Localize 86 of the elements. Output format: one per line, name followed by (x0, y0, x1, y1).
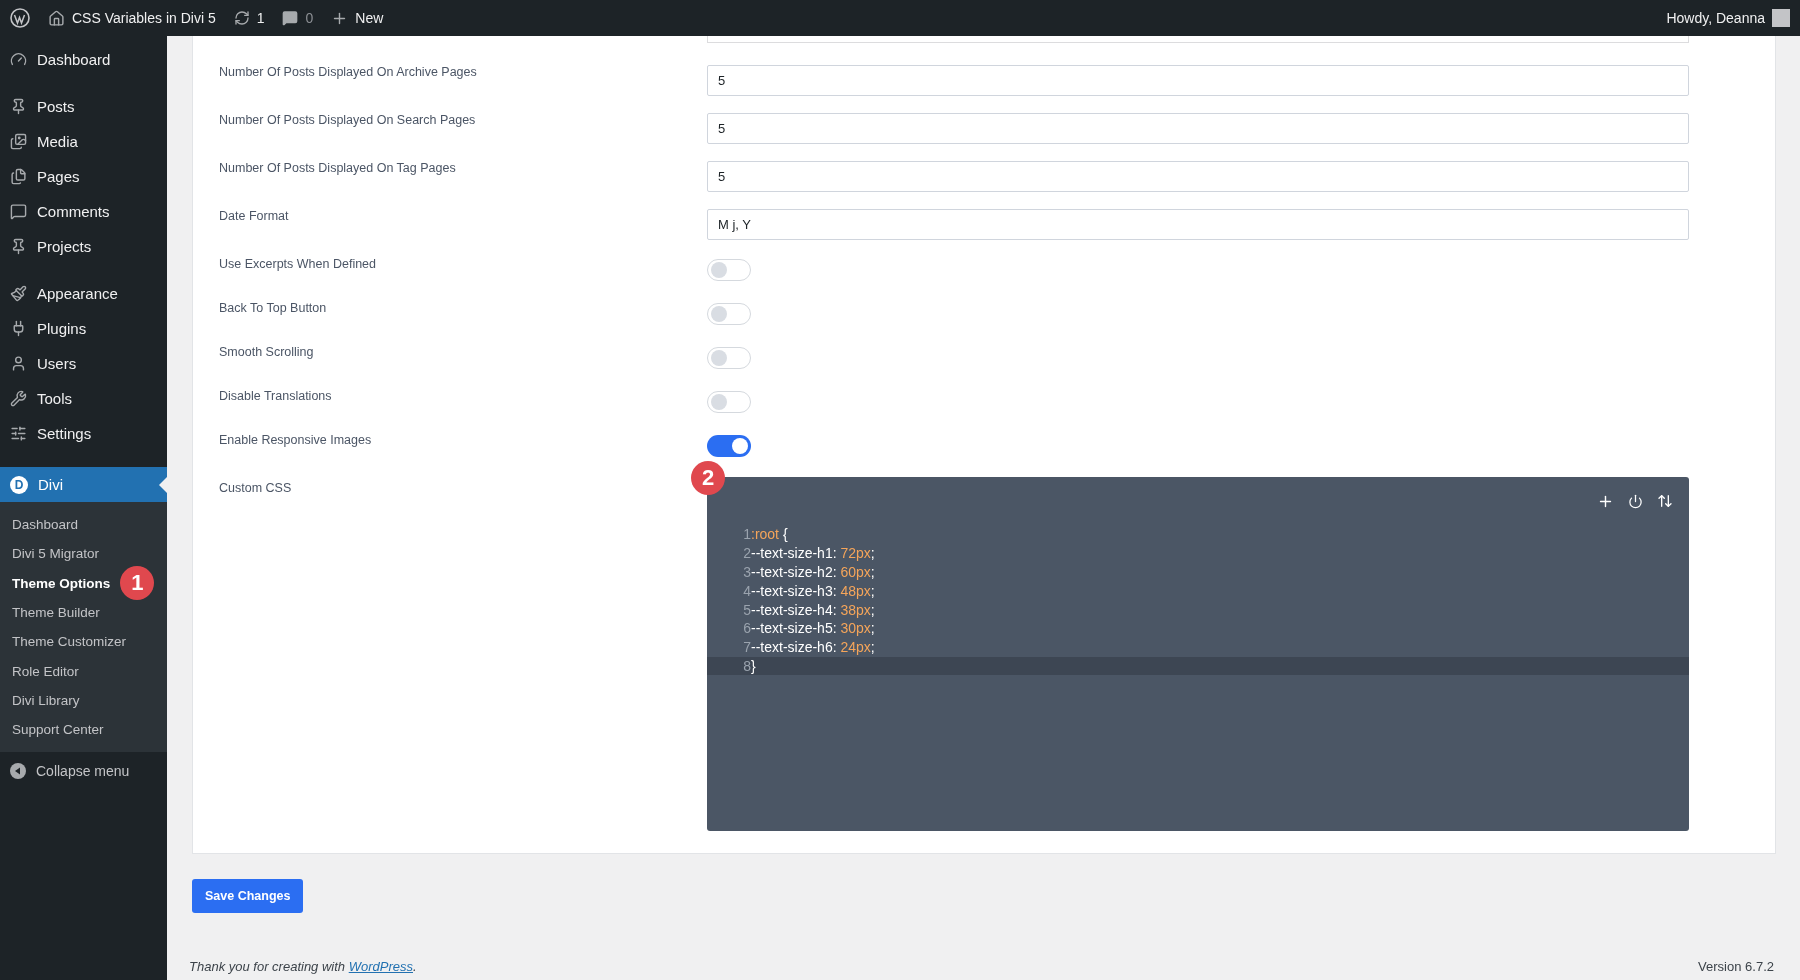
toggle-switch[interactable] (707, 347, 751, 369)
setting-label: Date Format (219, 209, 290, 223)
menu-item[interactable]: Media (0, 124, 167, 159)
comments-count[interactable]: 0 (305, 10, 314, 26)
toggle-switch[interactable] (707, 259, 751, 281)
line-number: 5 (742, 601, 751, 618)
setting-label: Custom CSS (219, 480, 293, 495)
submenu-item[interactable]: Role Editor (12, 663, 79, 679)
input-field[interactable]: M j, Y (707, 209, 1689, 240)
menu-item[interactable]: D Divi (0, 467, 167, 502)
menu-item[interactable]: Posts (0, 89, 167, 124)
menu-icon (10, 285, 27, 302)
input-field[interactable]: 5 (707, 113, 1689, 144)
code-line: --text-size-h6: 24px; (751, 639, 875, 656)
collapse-icon (10, 763, 26, 780)
wordpress-link[interactable]: WordPress (348, 959, 413, 974)
line-number: 2 (742, 545, 751, 562)
greeting-link[interactable]: Howdy, Deanna (1666, 10, 1765, 26)
refresh-icon[interactable] (233, 10, 250, 26)
line-number: 3 (742, 564, 751, 580)
menu-icon (10, 51, 27, 68)
menu-icon (10, 203, 27, 220)
divi-logo-icon: D (10, 475, 28, 494)
setting-label: Smooth Scrolling (219, 345, 315, 359)
submenu-item[interactable]: Dashboard (12, 517, 79, 533)
line-number: 4 (742, 582, 751, 599)
step-badge: 1 (120, 566, 155, 601)
setting-label: Back To Top Button (219, 301, 328, 315)
menu-item[interactable]: Projects (0, 229, 167, 264)
save-changes-button[interactable]: Save Changes (192, 879, 304, 913)
menu-item[interactable]: Settings (0, 416, 167, 451)
toggle-switch[interactable] (707, 303, 751, 325)
setting-label: Use Excerpts When Defined (219, 257, 377, 271)
home-icon[interactable] (48, 9, 65, 27)
code-line: --text-size-h1: 72px; (751, 545, 875, 562)
menu-item[interactable]: Pages (0, 159, 167, 194)
submenu-item[interactable]: Divi 5 Migrator (12, 546, 100, 562)
line-number: 8 (742, 657, 751, 674)
setting-label: Number Of Posts Displayed On Tag Pages (219, 161, 457, 175)
submenu-item[interactable]: Theme Builder (12, 605, 100, 621)
code-line: --text-size-h4: 38px; (751, 601, 875, 618)
menu-item[interactable]: Comments (0, 194, 167, 229)
input-field[interactable]: 5 (707, 161, 1689, 192)
code-line: --text-size-h3: 48px; (751, 582, 875, 599)
line-number: 7 (742, 639, 751, 656)
menu-item[interactable]: Plugins (0, 311, 167, 346)
line-number: 1 (742, 526, 751, 543)
menu-item[interactable]: Appearance (0, 276, 167, 311)
wordpress-logo-icon[interactable] (10, 8, 30, 28)
code-line: :root { (751, 526, 788, 543)
power-icon[interactable] (1628, 493, 1643, 509)
code-line: --text-size-h2: 60px; (751, 564, 875, 580)
setting-label: Number Of Posts Displayed On Archive Pages (219, 65, 478, 79)
menu-icon (10, 355, 27, 372)
setting-label: Number Of Posts Displayed On Search Pages (219, 113, 477, 127)
code-line: --text-size-h5: 30px; (751, 620, 875, 637)
submenu-item[interactable]: Support Center (12, 722, 104, 738)
menu-icon (10, 133, 27, 150)
collapse-menu-button[interactable]: Collapse menu (0, 752, 167, 791)
menu-icon (10, 425, 27, 442)
menu-icon (10, 390, 27, 407)
code-line: } (751, 657, 756, 674)
new-link[interactable]: New (355, 10, 384, 26)
updates-count[interactable]: 1 (256, 10, 265, 26)
submenu-item[interactable]: Theme Options (12, 575, 111, 591)
site-title-link[interactable]: CSS Variables in Divi 5 (72, 10, 216, 26)
menu-item[interactable]: Dashboard (0, 42, 167, 77)
submenu-item[interactable]: Theme Customizer (12, 634, 127, 650)
menu-icon (10, 238, 27, 255)
toggle-switch[interactable] (707, 391, 751, 413)
input-field[interactable]: 5 (707, 65, 1689, 96)
sort-icon[interactable] (1657, 493, 1673, 509)
setting-label: Disable Translations (219, 389, 333, 403)
step-badge: 2 (691, 461, 725, 495)
menu-item[interactable]: Tools (0, 381, 167, 416)
input-field[interactable] (707, 36, 1689, 43)
menu-icon (10, 98, 27, 115)
toggle-switch[interactable] (707, 435, 751, 457)
setting-label: Enable Responsive Images (219, 433, 373, 447)
line-number: 6 (742, 620, 751, 637)
menu-icon (10, 168, 27, 185)
footer-text: Thank you for creating with WordPress. (189, 959, 417, 974)
menu-item[interactable]: Users (0, 346, 167, 381)
submenu-item[interactable]: Divi Library (12, 692, 80, 708)
version-text: Version 6.7.2 (1698, 959, 1774, 974)
comment-icon[interactable] (282, 10, 299, 26)
